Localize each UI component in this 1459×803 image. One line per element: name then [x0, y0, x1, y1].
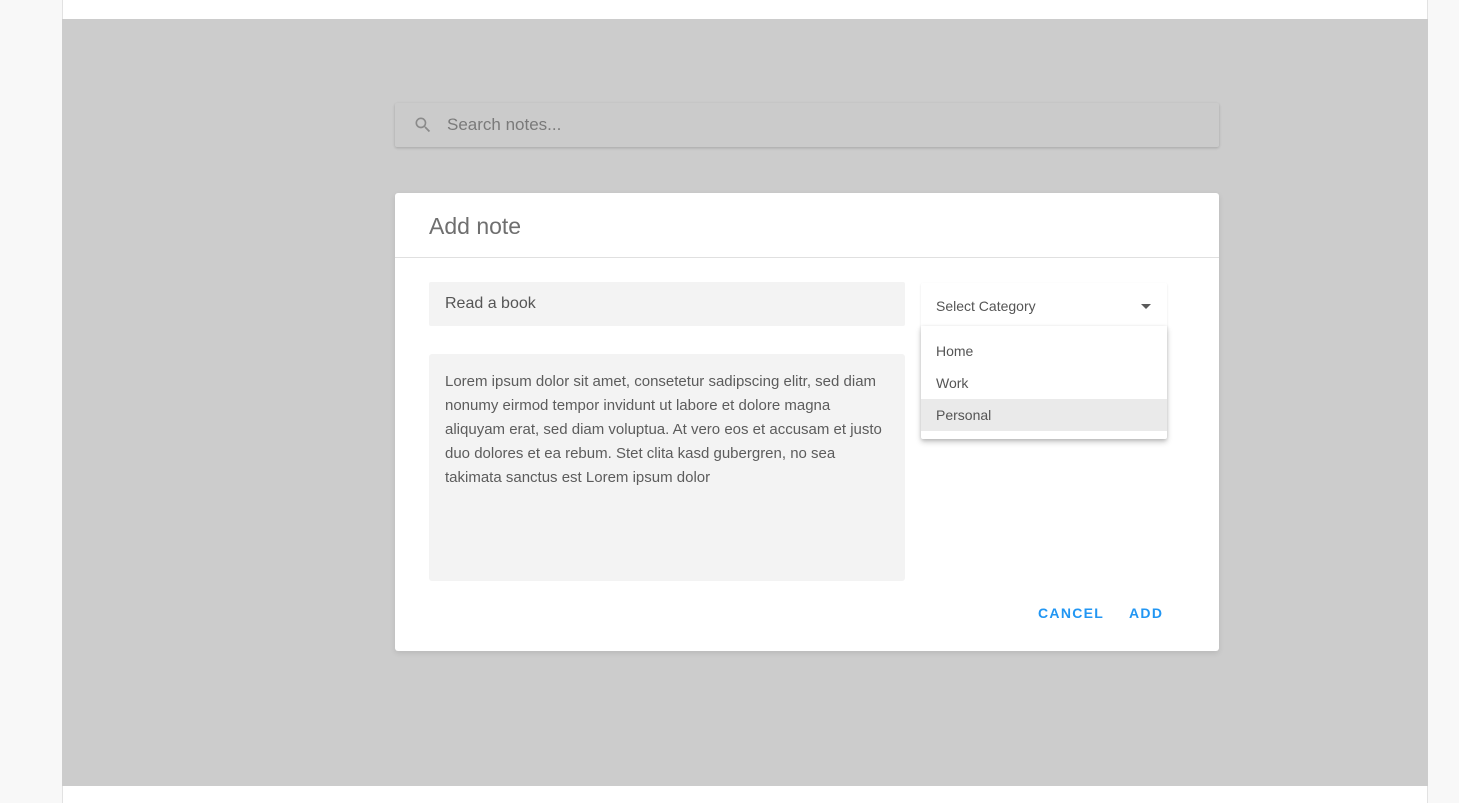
search-icon: [413, 115, 433, 135]
dropdown-option-work[interactable]: Work: [921, 367, 1167, 399]
search-bar: [395, 103, 1219, 147]
category-select[interactable]: Select Category: [921, 283, 1167, 329]
dropdown-option-personal[interactable]: Personal: [921, 399, 1167, 431]
dialog-divider: [395, 257, 1219, 258]
note-body-field[interactable]: Lorem ipsum dolor sit amet, consetetur s…: [429, 354, 905, 581]
category-dropdown-menu: Home Work Personal: [921, 326, 1167, 439]
note-title-field[interactable]: [429, 282, 905, 326]
add-button[interactable]: ADD: [1129, 605, 1163, 621]
cancel-button[interactable]: CANCEL: [1038, 605, 1104, 621]
dialog-title: Add note: [429, 213, 522, 239]
modal-backdrop[interactable]: Add note Lorem ipsum dolor sit amet, con…: [62, 19, 1428, 786]
dropdown-option-home[interactable]: Home: [921, 335, 1167, 367]
add-note-dialog: Add note Lorem ipsum dolor sit amet, con…: [395, 193, 1219, 651]
category-select-label: Select Category: [936, 298, 1036, 314]
chevron-down-icon: [1141, 304, 1151, 309]
search-input[interactable]: [447, 103, 1197, 147]
